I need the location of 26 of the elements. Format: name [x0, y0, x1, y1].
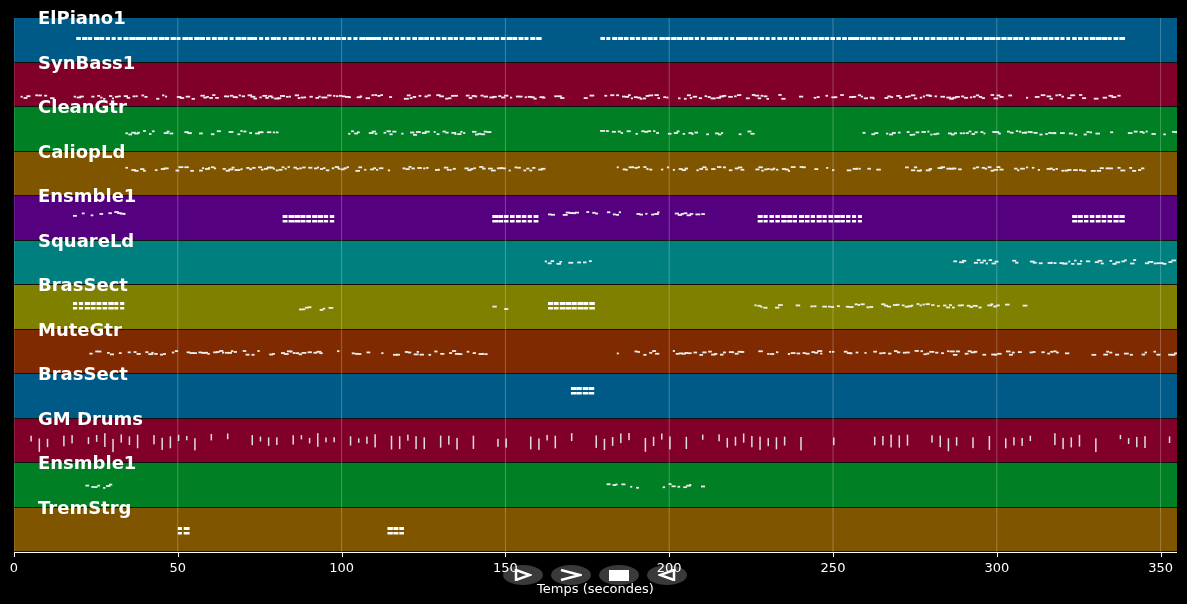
- tick-label: 100: [329, 560, 354, 575]
- forward-button[interactable]: [551, 565, 591, 585]
- axis-label: Temps (secondes): [537, 581, 654, 596]
- track-name: BrasSect: [38, 274, 128, 296]
- track-name: MuteGtr: [38, 318, 122, 341]
- stop-icon: [609, 569, 629, 581]
- track-name: SquareLd: [38, 229, 135, 252]
- track-name: CleanGtr: [38, 96, 127, 118]
- tick-label: 50: [169, 560, 187, 575]
- track-name: TremStrg: [38, 496, 132, 519]
- notes-drawing: [570, 387, 595, 395]
- stop-button[interactable]: [599, 565, 639, 585]
- track-name: Ensmble1: [38, 185, 137, 207]
- tick-label: 0: [9, 560, 19, 575]
- tick-label: 150: [493, 560, 518, 575]
- track-name: BrasSect: [38, 363, 128, 385]
- track-name: CaliopLd: [38, 140, 126, 163]
- tick-label: 300: [984, 560, 1010, 575]
- tick-label: 250: [820, 560, 846, 575]
- track-name: GM Drums: [38, 407, 144, 430]
- track-name: SynBass1: [38, 51, 136, 74]
- forward-icon: [560, 569, 582, 581]
- track-name: ElPiano1: [38, 7, 126, 29]
- back-button[interactable]: [647, 565, 687, 585]
- track-name: Ensmble1: [38, 452, 137, 474]
- tick-label: 350: [1148, 560, 1173, 575]
